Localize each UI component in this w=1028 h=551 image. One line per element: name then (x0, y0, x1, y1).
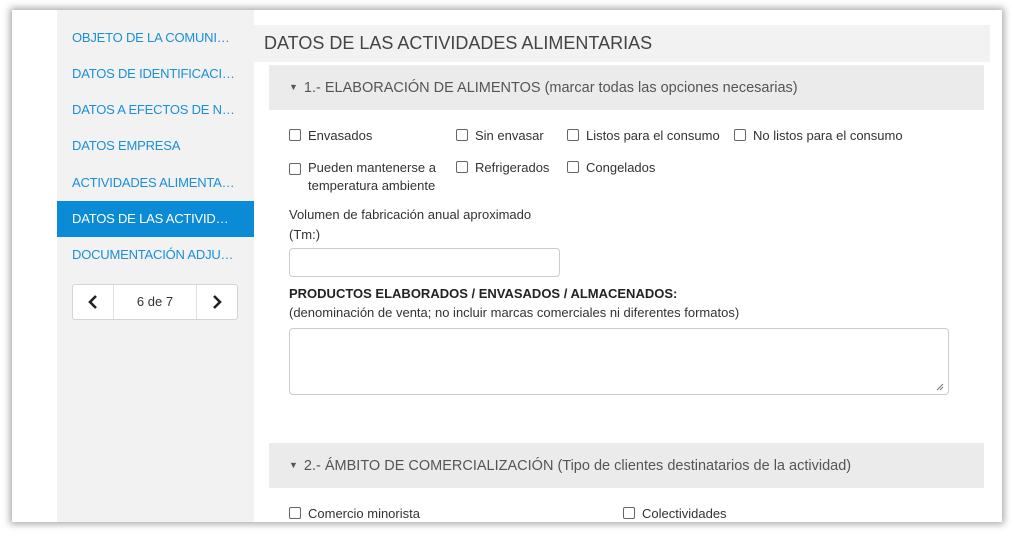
pager: 6 de 7 (72, 284, 238, 320)
checkbox-label: Sin envasar (475, 128, 544, 143)
checkbox-label: Listos para el consumo (586, 128, 720, 143)
checkbox-envasados[interactable]: Envasados (289, 127, 372, 145)
checkbox-label: Comercio minorista (308, 506, 420, 521)
checkbox-label: Congelados (586, 160, 656, 175)
checkbox-label: No listos para el consumo (753, 128, 903, 143)
checkbox-box[interactable] (289, 163, 301, 175)
products-textarea[interactable] (289, 328, 949, 395)
section-comercializacion-header[interactable]: ▼ 2.- ÁMBITO DE COMERCIALIZACIÓN (Tipo de… (269, 443, 984, 488)
products-label: PRODUCTOS ELABORADOS / ENVASADOS / ALMAC… (289, 286, 678, 301)
app-window: OBJETO DE LA COMUNI… DATOS DE IDENTIFICA… (12, 10, 1002, 522)
checkbox-listos[interactable]: Listos para el consumo (567, 127, 720, 145)
volume-input[interactable] (289, 248, 560, 277)
prev-page-button[interactable] (73, 285, 113, 319)
checkbox-label: Envasados (308, 128, 373, 143)
checkbox-box[interactable] (734, 129, 746, 141)
section-title: 1.- ELABORACIÓN DE ALIMENTOS (marcar tod… (303, 80, 798, 96)
volume-label-line2: (Tm:) (289, 227, 321, 242)
checkbox-label: Refrigerados (475, 160, 550, 175)
checkbox-box[interactable] (456, 129, 468, 141)
checkbox-box[interactable] (567, 129, 579, 141)
sidebar-item-empresa[interactable]: DATOS EMPRESA (57, 128, 254, 164)
next-page-button[interactable] (197, 285, 237, 319)
sidebar-item-datos-actividades[interactable]: DATOS DE LAS ACTIVID… (57, 201, 254, 237)
caret-down-icon: ▼ (289, 460, 298, 470)
sidebar-item-documentacion[interactable]: DOCUMENTACIÓN ADJU… (57, 237, 254, 273)
chevron-right-icon (213, 295, 222, 309)
resize-handle-icon[interactable] (936, 383, 944, 391)
page-title: DATOS DE LAS ACTIVIDADES ALIMENTARIAS (254, 25, 990, 62)
checkbox-no-listos[interactable]: No listos para el consumo (734, 127, 903, 145)
volume-label-line1: Volumen de fabricación anual aproximado (289, 207, 532, 222)
sidebar-item-efectos[interactable]: DATOS A EFECTOS DE N… (57, 92, 254, 128)
sidebar-item-objeto[interactable]: OBJETO DE LA COMUNI… (57, 20, 254, 56)
sidebar-item-identificacion[interactable]: DATOS DE IDENTIFICACI… (57, 56, 254, 92)
section-elaboracion-header[interactable]: ▼ 1.- ELABORACIÓN DE ALIMENTOS (marcar to… (269, 65, 984, 110)
products-hint: (denominación de venta; no incluir marca… (289, 305, 740, 320)
checkbox-box[interactable] (289, 129, 301, 141)
checkbox-box[interactable] (567, 161, 579, 173)
checkbox-box[interactable] (289, 507, 301, 519)
checkbox-congelados[interactable]: Congelados (567, 159, 655, 177)
caret-down-icon: ▼ (289, 82, 298, 92)
checkbox-label-line1: Pueden mantenerse a (308, 160, 436, 175)
sidebar-item-actividades[interactable]: ACTIVIDADES ALIMENTA… (57, 165, 254, 201)
checkbox-comercio-minorista[interactable]: Comercio minorista (289, 505, 420, 522)
checkbox-temperatura-ambiente[interactable]: Pueden mantenerse a temperatura ambiente (289, 159, 436, 195)
checkbox-sin-envasar[interactable]: Sin envasar (456, 127, 544, 145)
checkbox-colectividades[interactable]: Colectividades (623, 505, 727, 522)
section-title: 2.- ÁMBITO DE COMERCIALIZACIÓN (Tipo de … (303, 458, 852, 474)
sidebar: OBJETO DE LA COMUNI… DATOS DE IDENTIFICA… (57, 10, 254, 522)
chevron-left-icon (88, 295, 97, 309)
page-indicator: 6 de 7 (113, 285, 197, 319)
checkbox-refrigerados[interactable]: Refrigerados (456, 159, 549, 177)
main-content: DATOS DE LAS ACTIVIDADES ALIMENTARIAS ▼ 1… (254, 10, 1002, 522)
checkbox-box[interactable] (623, 507, 635, 519)
checkbox-box[interactable] (456, 161, 468, 173)
checkbox-label-line2: temperatura ambiente (308, 178, 436, 193)
volume-label: Volumen de fabricación anual aproximado … (289, 205, 531, 245)
checkbox-label: Colectividades (642, 506, 727, 521)
